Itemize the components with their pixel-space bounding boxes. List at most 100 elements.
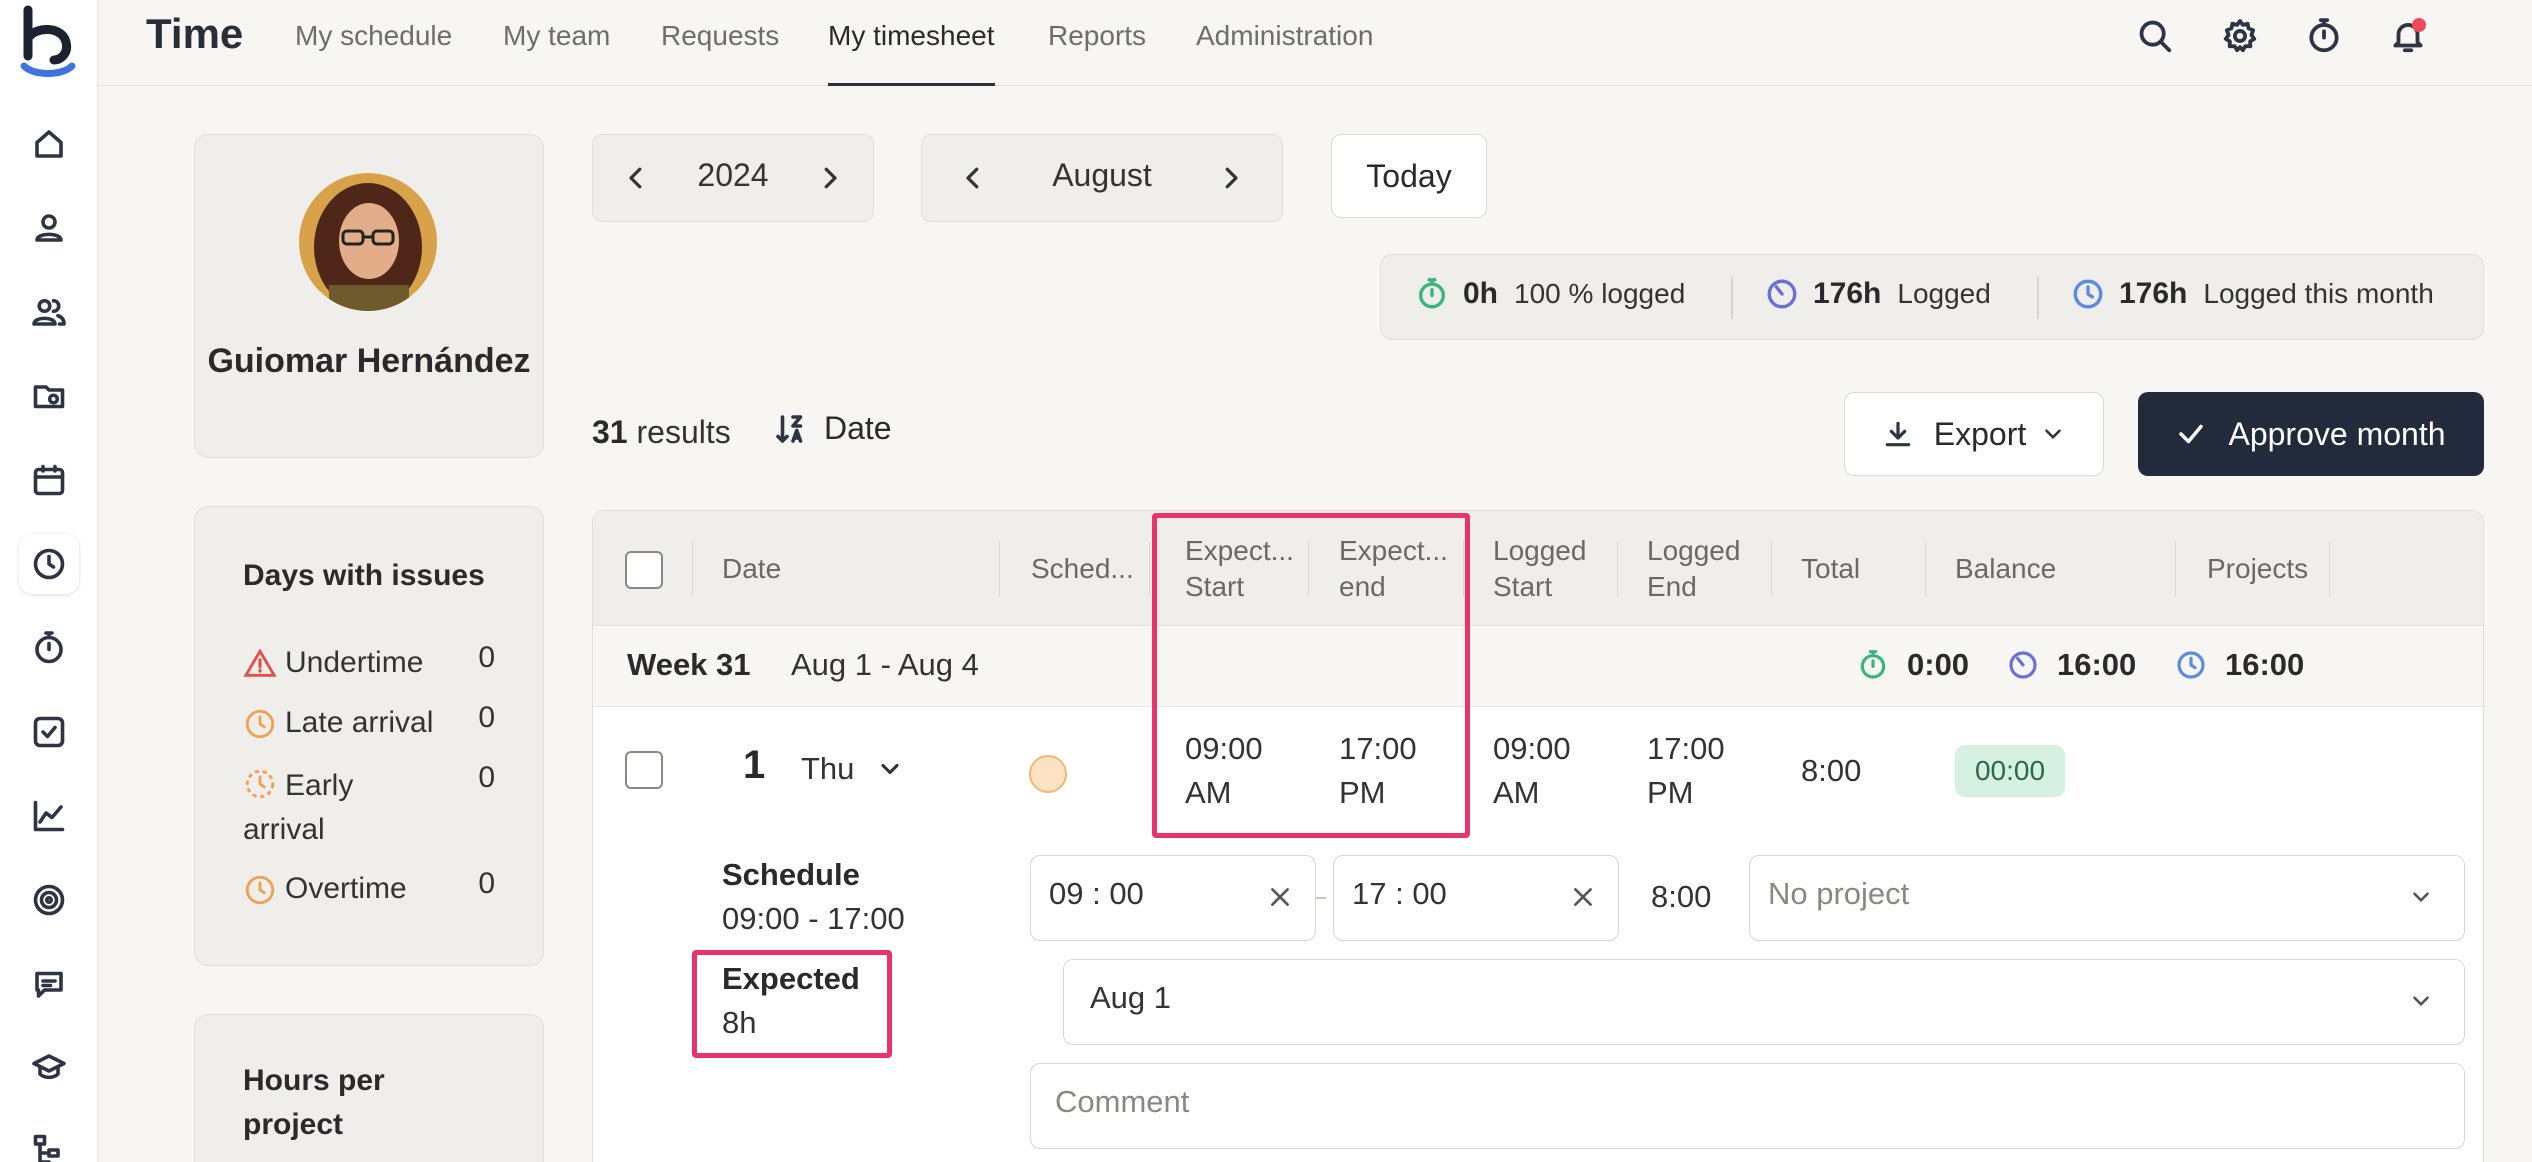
header-divider (1925, 541, 1926, 597)
clear-start-button[interactable] (1267, 882, 1293, 908)
clear-end-button[interactable] (1570, 882, 1596, 908)
schedule-value: 09:00 - 17:00 (722, 901, 905, 936)
header-divider (2175, 541, 2176, 597)
rail-home[interactable] (19, 114, 79, 174)
header-total[interactable]: Total (1801, 511, 1860, 626)
issue-count: 0 (478, 761, 495, 794)
row-checkbox[interactable] (625, 751, 663, 789)
stat-month-label: Logged this month (2203, 278, 2434, 309)
header-expected-end[interactable]: Expect... end (1339, 511, 1463, 626)
rail-person[interactable] (19, 198, 79, 258)
folder-icon (33, 385, 65, 409)
week-stat-value: 0:00 (1907, 647, 1970, 682)
day-number: 1 (743, 743, 766, 787)
rail-calendar[interactable] (19, 450, 79, 510)
header-logged-end[interactable]: Logged End (1647, 511, 1757, 626)
date-select-toggle[interactable] (2408, 986, 2434, 1012)
comment-placeholder: Comment (1055, 1084, 1190, 1119)
schedule-label: Schedule (722, 857, 860, 892)
expected-label: Expected (722, 961, 860, 996)
settings-button[interactable] (2218, 14, 2262, 58)
header-divider (1149, 541, 1150, 597)
header-divider (999, 541, 1000, 597)
export-button[interactable]: Export (1844, 392, 2104, 476)
rail-goals[interactable] (19, 870, 79, 930)
header-date[interactable]: Date (722, 511, 781, 626)
header-projects[interactable]: Projects (2207, 511, 2308, 626)
clock-dashed-icon (245, 769, 275, 799)
rail-people[interactable] (19, 282, 79, 342)
week-stat-value: 16:00 (2225, 647, 2305, 682)
date-select[interactable]: Aug 1 (1063, 959, 2465, 1045)
issues-card: Days with issues Undertime 0 Late arriva… (194, 506, 544, 966)
notifications-button[interactable] (2386, 14, 2430, 58)
results-count: 31 results (592, 414, 731, 451)
profile-name: Guiomar Hernández (207, 342, 531, 380)
header-balance[interactable]: Balance (1955, 511, 2056, 626)
project-select[interactable]: No project (1749, 855, 2465, 941)
header-logged-start[interactable]: Logged Start (1493, 511, 1603, 626)
next-year-button[interactable] (815, 163, 845, 193)
app-logo[interactable] (14, 4, 84, 80)
notification-dot (2412, 18, 2426, 32)
tab-my-schedule[interactable]: My schedule (295, 20, 452, 86)
project-select-toggle[interactable] (2408, 882, 2434, 908)
today-button[interactable]: Today (1331, 134, 1487, 218)
rail-time[interactable] (19, 534, 79, 594)
tab-my-timesheet[interactable]: My timesheet (828, 20, 995, 86)
month-pager: August (921, 134, 1283, 222)
rail-reports[interactable] (19, 786, 79, 846)
tab-requests[interactable]: Requests (661, 20, 779, 86)
week-stat-month: 16:00 (2175, 647, 2304, 683)
select-all-checkbox[interactable] (625, 551, 663, 589)
clock-orange-icon (245, 875, 275, 905)
search-button[interactable] (2133, 14, 2177, 58)
chevron-down-icon (2413, 892, 2429, 903)
stopwatch-icon (2309, 18, 2339, 53)
stat-percent-value: 0h (1463, 277, 1499, 310)
issue-overtime[interactable]: Overtime (243, 867, 407, 911)
clock-icon (33, 548, 65, 580)
tab-my-team[interactable]: My team (503, 20, 610, 86)
start-time-input[interactable]: 09 : 00 (1030, 855, 1316, 941)
schedule-status-dot (1029, 755, 1067, 793)
stat-logged-value: 176h (1813, 277, 1882, 310)
rail-tasks[interactable] (19, 702, 79, 762)
chevron-right-icon (1225, 167, 1238, 189)
timer-purple-icon (1767, 279, 1797, 309)
issue-count: 0 (478, 701, 495, 734)
chevron-down-icon (2413, 996, 2429, 1007)
approve-month-button[interactable]: Approve month (2138, 392, 2484, 476)
sort-label: Date (824, 410, 892, 446)
comment-input[interactable]: Comment (1030, 1063, 2465, 1149)
rail-folder[interactable] (19, 366, 79, 426)
left-rail (0, 0, 98, 1162)
tab-administration[interactable]: Administration (1196, 20, 1373, 86)
stats-bar: 0h 100 % logged 176h Logged 176h Logged … (1380, 254, 2484, 340)
week-stat-value: 16:00 (2057, 647, 2137, 682)
issue-early-arrival[interactable]: Early arrival (243, 761, 413, 852)
issue-label-wrap: Early arrival (243, 761, 413, 852)
week-row[interactable]: Week 31 Aug 1 - Aug 4 0:00 16:00 16:00 (593, 627, 2483, 707)
end-time-input[interactable]: 17 : 00 (1333, 855, 1619, 941)
timesheet-table: Date Sched... Expect... Start Expect... … (592, 510, 2484, 1162)
chevron-right-icon (824, 167, 837, 189)
issue-undertime[interactable]: Undertime (243, 641, 423, 685)
issue-late-arrival[interactable]: Late arrival (243, 701, 433, 745)
check-icon (2179, 424, 2204, 444)
header-schedule[interactable]: Sched... (1031, 511, 1134, 626)
rail-stopwatch[interactable] (19, 618, 79, 678)
header-expected-start[interactable]: Expect... Start (1185, 511, 1309, 626)
app-title: Time (146, 10, 244, 57)
sort-button[interactable]: Date (772, 410, 892, 447)
stat-logged: 176h Logged (1765, 277, 1991, 311)
tab-reports[interactable]: Reports (1048, 20, 1146, 86)
warning-icon (243, 648, 277, 677)
issues-title: Days with issues (243, 559, 485, 592)
rail-chat[interactable] (19, 954, 79, 1014)
day-expand-toggle[interactable]: Thu (801, 751, 904, 787)
next-month-button[interactable] (1216, 163, 1246, 193)
rail-training[interactable] (19, 1038, 79, 1098)
timer-button[interactable] (2302, 14, 2346, 58)
rail-org[interactable] (19, 1120, 79, 1162)
